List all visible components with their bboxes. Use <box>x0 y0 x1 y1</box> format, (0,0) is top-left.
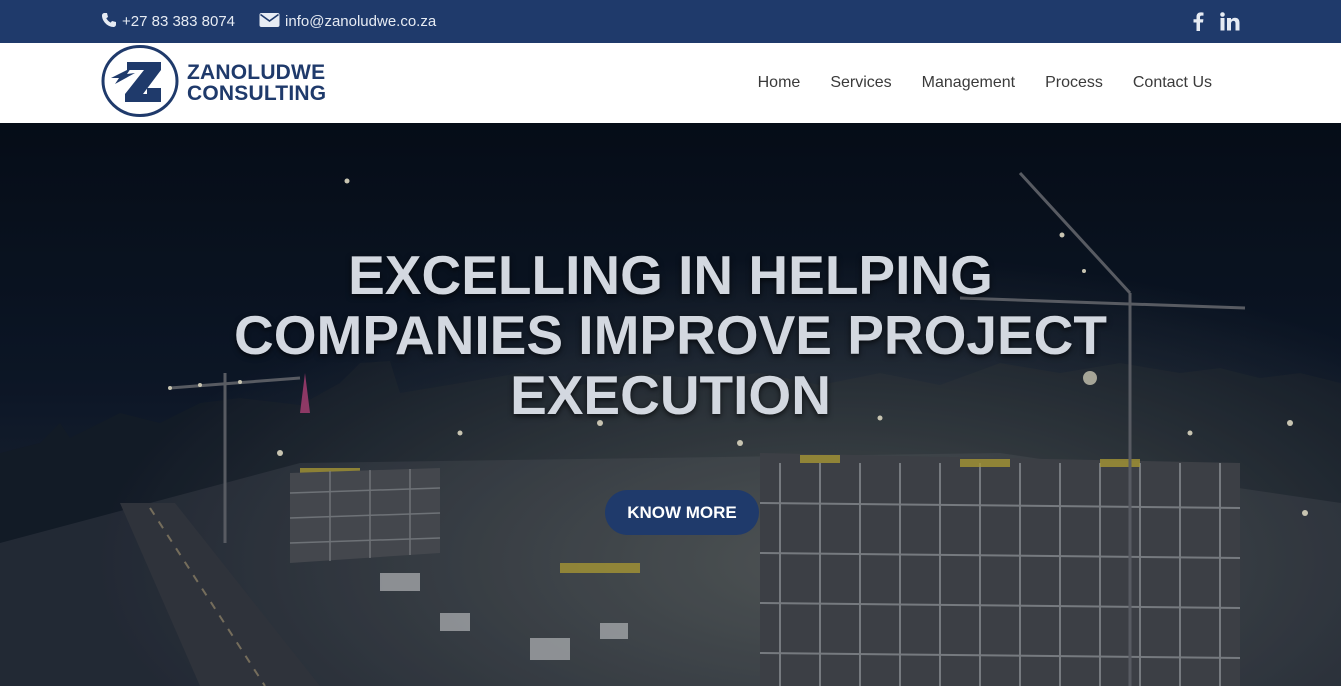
envelope-icon <box>259 12 285 32</box>
know-more-button[interactable]: KNOW MORE <box>605 490 759 535</box>
phone-icon <box>101 12 122 32</box>
nav-process[interactable]: Process <box>1045 74 1103 92</box>
logo[interactable]: ZANOLUDWE CONSULTING <box>101 44 326 123</box>
phone-link[interactable]: +27 83 383 8074 <box>101 12 235 32</box>
brand-wordmark: ZANOLUDWE CONSULTING <box>187 62 326 104</box>
hero-headline: EXCELLING IN HELPING COMPANIES IMPROVE P… <box>0 245 1341 425</box>
brand-line-1: ZANOLUDWE <box>187 61 326 84</box>
hero-headline-line-2: COMPANIES IMPROVE PROJECT <box>234 304 1107 366</box>
site-header: ZANOLUDWE CONSULTING Home Services Manag… <box>0 43 1341 123</box>
phone-number: +27 83 383 8074 <box>122 13 236 30</box>
email-address: info@zanoludwe.co.za <box>285 13 437 30</box>
main-nav: Home Services Management Process Contact… <box>728 43 1212 123</box>
social-links <box>1177 0 1240 43</box>
nav-contact-us[interactable]: Contact Us <box>1133 74 1212 92</box>
facebook-icon[interactable] <box>1193 12 1204 31</box>
top-contact-bar: +27 83 383 8074 info@zanoludwe.co.za <box>0 0 1341 43</box>
hero-headline-line-1: EXCELLING IN HELPING <box>348 244 993 306</box>
contact-info: +27 83 383 8074 info@zanoludwe.co.za <box>101 0 460 43</box>
nav-home[interactable]: Home <box>758 74 801 92</box>
linkedin-icon[interactable] <box>1220 12 1240 31</box>
brand-line-2: CONSULTING <box>187 82 327 105</box>
nav-services[interactable]: Services <box>830 74 891 92</box>
email-link[interactable]: info@zanoludwe.co.za <box>259 12 436 32</box>
hero-headline-line-3: EXECUTION <box>510 364 831 426</box>
hero-section: EXCELLING IN HELPING COMPANIES IMPROVE P… <box>0 123 1341 686</box>
logo-emblem-icon <box>101 44 179 123</box>
nav-management[interactable]: Management <box>922 74 1015 92</box>
